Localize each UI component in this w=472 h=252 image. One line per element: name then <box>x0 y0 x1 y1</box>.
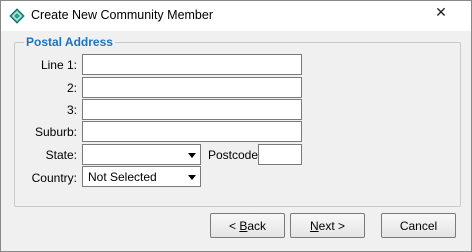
cancel-button[interactable]: Cancel <box>381 213 456 238</box>
back-button-rest: ack <box>247 218 267 233</box>
app-diamond-icon <box>9 8 25 24</box>
cancel-button-label: Cancel <box>399 218 438 233</box>
window-title: Create New Community Member <box>31 8 213 22</box>
line3-input[interactable] <box>82 99 302 120</box>
next-button[interactable]: Next > <box>290 213 365 238</box>
chevron-down-icon[interactable] <box>188 175 196 180</box>
chevron-down-icon[interactable] <box>188 153 196 158</box>
state-label: State: <box>45 148 77 162</box>
country-dropdown[interactable]: Not Selected <box>82 166 201 187</box>
suburb-input[interactable] <box>82 121 302 142</box>
postcode-input[interactable] <box>258 144 302 165</box>
group-legend: Postal Address <box>24 35 115 49</box>
state-dropdown[interactable] <box>82 144 201 165</box>
dialog-window: Create New Community Member ✕ Postal Add… <box>0 0 472 252</box>
postcode-label: Postcode: <box>208 148 262 162</box>
next-button-access-key: N <box>309 218 319 233</box>
suburb-label: Suburb: <box>34 125 77 139</box>
title-bar[interactable]: Create New Community Member ✕ <box>1 1 471 31</box>
back-button-access-key: B <box>239 218 248 233</box>
back-button-prefix: < <box>228 218 240 233</box>
line2-input[interactable] <box>82 77 302 98</box>
line3-label: 3: <box>66 103 77 117</box>
line1-label: Line 1: <box>40 58 77 72</box>
back-button[interactable]: < Back <box>210 213 285 238</box>
country-selected-value: Not Selected <box>88 170 157 184</box>
close-icon: ✕ <box>435 3 447 20</box>
line2-label: 2: <box>66 81 77 95</box>
close-button[interactable]: ✕ <box>418 2 464 22</box>
line1-input[interactable] <box>82 54 302 75</box>
next-button-rest: ext > <box>318 218 346 233</box>
country-label: Country: <box>31 171 77 185</box>
